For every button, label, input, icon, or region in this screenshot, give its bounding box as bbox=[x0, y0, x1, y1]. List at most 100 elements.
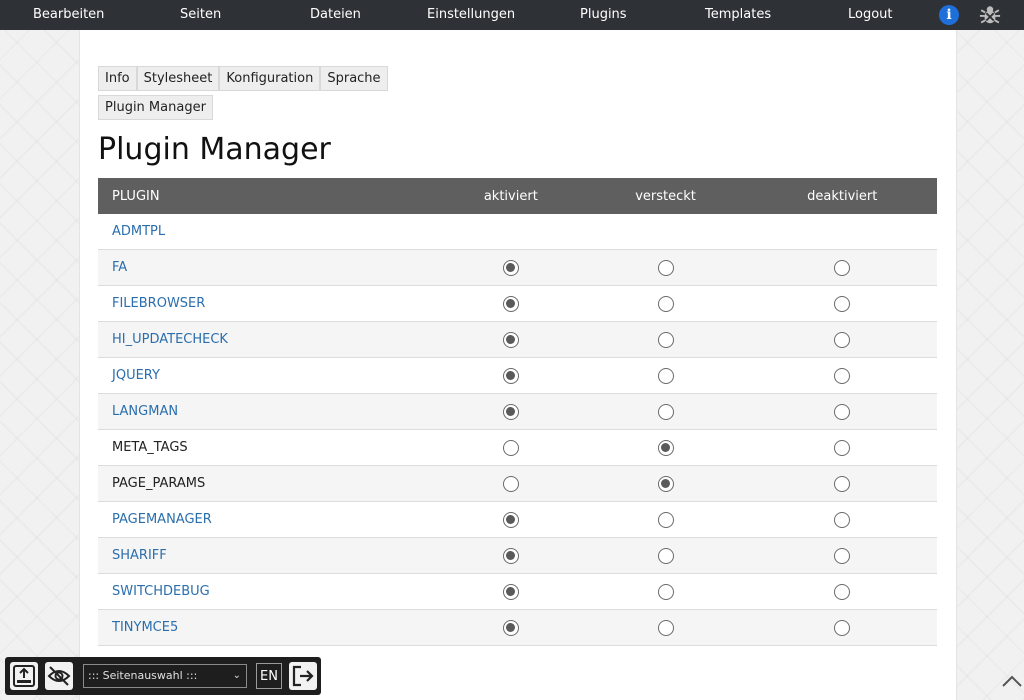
main-content: Info Stylesheet Konfiguration Sprache Plugin… bbox=[79, 30, 957, 700]
radio-cell-active bbox=[438, 465, 584, 502]
radio-cell-hidden bbox=[583, 393, 748, 430]
plugin-link[interactable]: TINYMCE5 bbox=[112, 620, 178, 635]
plugin-link[interactable]: FILEBROWSER bbox=[112, 296, 205, 311]
radio-active[interactable] bbox=[502, 403, 519, 420]
menu-item-dateien[interactable]: Dateien bbox=[310, 7, 361, 22]
radio-disabled[interactable] bbox=[834, 619, 851, 636]
table-row: META_TAGS bbox=[98, 429, 937, 466]
radio-active[interactable] bbox=[502, 583, 519, 600]
radio-active[interactable] bbox=[502, 547, 519, 564]
radio-hidden[interactable] bbox=[657, 295, 674, 312]
plugin-link[interactable]: LANGMAN bbox=[112, 404, 178, 419]
plugin-name-cell: JQUERY bbox=[98, 357, 438, 394]
radio-hidden[interactable] bbox=[657, 331, 674, 348]
tab-plugin-manager[interactable]: Plugin Manager bbox=[98, 95, 213, 120]
plugin-name-cell: SHARIFF bbox=[98, 537, 438, 574]
menu-item-seiten[interactable]: Seiten bbox=[180, 7, 221, 22]
radio-disabled[interactable] bbox=[834, 259, 851, 276]
plugin-name-cell: FILEBROWSER bbox=[98, 285, 438, 322]
radio-disabled[interactable] bbox=[834, 511, 851, 528]
menu-item-logout[interactable]: Logout bbox=[848, 7, 893, 22]
radio-disabled[interactable] bbox=[834, 475, 851, 492]
radio-active[interactable] bbox=[502, 475, 519, 492]
radio-disabled[interactable] bbox=[834, 439, 851, 456]
page-select[interactable]: ::: Seitenauswahl ::: ⌄ bbox=[83, 664, 247, 688]
radio-cell-disabled bbox=[747, 465, 937, 502]
radio-cell-active bbox=[438, 321, 584, 358]
radio-active[interactable] bbox=[502, 511, 519, 528]
radio-cell-active bbox=[438, 285, 584, 322]
radio-hidden[interactable] bbox=[657, 475, 674, 492]
tab-sprache[interactable]: Sprache bbox=[320, 66, 388, 91]
radio-cell-disabled bbox=[747, 573, 937, 610]
menu-item-templates[interactable]: Templates bbox=[705, 7, 771, 22]
info-icon[interactable]: i bbox=[939, 5, 959, 25]
radio-hidden[interactable] bbox=[657, 619, 674, 636]
radio-disabled[interactable] bbox=[834, 583, 851, 600]
radio-active[interactable] bbox=[502, 619, 519, 636]
plugin-name-cell: LANGMAN bbox=[98, 393, 438, 430]
radio-active[interactable] bbox=[502, 259, 519, 276]
plugin-link[interactable]: JQUERY bbox=[112, 368, 160, 383]
radio-cell-disabled bbox=[747, 285, 937, 322]
plugin-link[interactable]: FA bbox=[112, 260, 127, 275]
radio-hidden[interactable] bbox=[657, 367, 674, 384]
radio-active[interactable] bbox=[502, 439, 519, 456]
header-hidden: versteckt bbox=[583, 178, 748, 214]
plugin-link[interactable]: ADMTPL bbox=[112, 224, 165, 239]
radio-disabled[interactable] bbox=[834, 331, 851, 348]
radio-cell-active bbox=[438, 357, 584, 394]
plugin-name: PAGE_PARAMS bbox=[112, 476, 206, 491]
radio-active[interactable] bbox=[502, 367, 519, 384]
radio-hidden[interactable] bbox=[657, 403, 674, 420]
radio-hidden[interactable] bbox=[657, 511, 674, 528]
chevron-down-icon: ⌄ bbox=[232, 670, 241, 681]
radio-active[interactable] bbox=[502, 331, 519, 348]
header-active: aktiviert bbox=[438, 178, 584, 214]
radio-cell-hidden bbox=[583, 609, 748, 646]
plugin-link[interactable]: SHARIFF bbox=[112, 548, 167, 563]
tab-info[interactable]: Info bbox=[98, 66, 137, 91]
radio-hidden[interactable] bbox=[657, 547, 674, 564]
edit-mode-icon[interactable] bbox=[10, 662, 38, 690]
radio-disabled[interactable] bbox=[834, 403, 851, 420]
page-title: Plugin Manager bbox=[98, 132, 331, 167]
table-row: FA bbox=[98, 249, 937, 286]
radio-cell-disabled bbox=[747, 609, 937, 646]
menu-item-bearbeiten[interactable]: Bearbeiten bbox=[33, 7, 104, 22]
radio-cell-hidden bbox=[583, 249, 748, 286]
plugin-name-cell: HI_UPDATECHECK bbox=[98, 321, 438, 358]
hide-eye-icon[interactable] bbox=[45, 662, 73, 690]
radio-cell-disabled bbox=[747, 249, 937, 286]
plugin-link[interactable]: PAGEMANAGER bbox=[112, 512, 212, 527]
radio-cell-hidden bbox=[583, 501, 748, 538]
radio-cell-hidden bbox=[583, 429, 748, 466]
logout-icon[interactable] bbox=[289, 662, 317, 690]
plugin-name-cell: FA bbox=[98, 249, 438, 286]
plugin-link[interactable]: SWITCHDEBUG bbox=[112, 584, 210, 599]
radio-active[interactable] bbox=[502, 295, 519, 312]
plugin-name: META_TAGS bbox=[112, 440, 188, 455]
tab-konfiguration[interactable]: Konfiguration bbox=[219, 66, 321, 91]
menu-item-plugins[interactable]: Plugins bbox=[580, 7, 627, 22]
bug-icon[interactable] bbox=[979, 4, 1001, 26]
radio-disabled[interactable] bbox=[834, 367, 851, 384]
plugin-link[interactable]: HI_UPDATECHECK bbox=[112, 332, 228, 347]
scroll-to-top-icon[interactable] bbox=[1001, 674, 1023, 688]
plugin-name-cell: TINYMCE5 bbox=[98, 609, 438, 646]
radio-disabled[interactable] bbox=[834, 295, 851, 312]
radio-hidden[interactable] bbox=[657, 259, 674, 276]
tab-stylesheet[interactable]: Stylesheet bbox=[136, 66, 220, 91]
radio-cell-hidden bbox=[583, 285, 748, 322]
radio-disabled[interactable] bbox=[834, 547, 851, 564]
menu-item-einstellungen[interactable]: Einstellungen bbox=[427, 7, 515, 22]
table-row: SWITCHDEBUG bbox=[98, 573, 937, 610]
language-button[interactable]: EN bbox=[256, 663, 282, 689]
radio-cell-disabled bbox=[747, 429, 937, 466]
plugin-name-cell: META_TAGS bbox=[98, 429, 438, 466]
plugin-name-cell: ADMTPL bbox=[98, 214, 438, 250]
bottom-toolbar: ::: Seitenauswahl ::: ⌄ EN bbox=[5, 657, 321, 695]
radio-hidden[interactable] bbox=[657, 583, 674, 600]
header-plugin: PLUGIN bbox=[98, 178, 438, 214]
radio-hidden[interactable] bbox=[657, 439, 674, 456]
